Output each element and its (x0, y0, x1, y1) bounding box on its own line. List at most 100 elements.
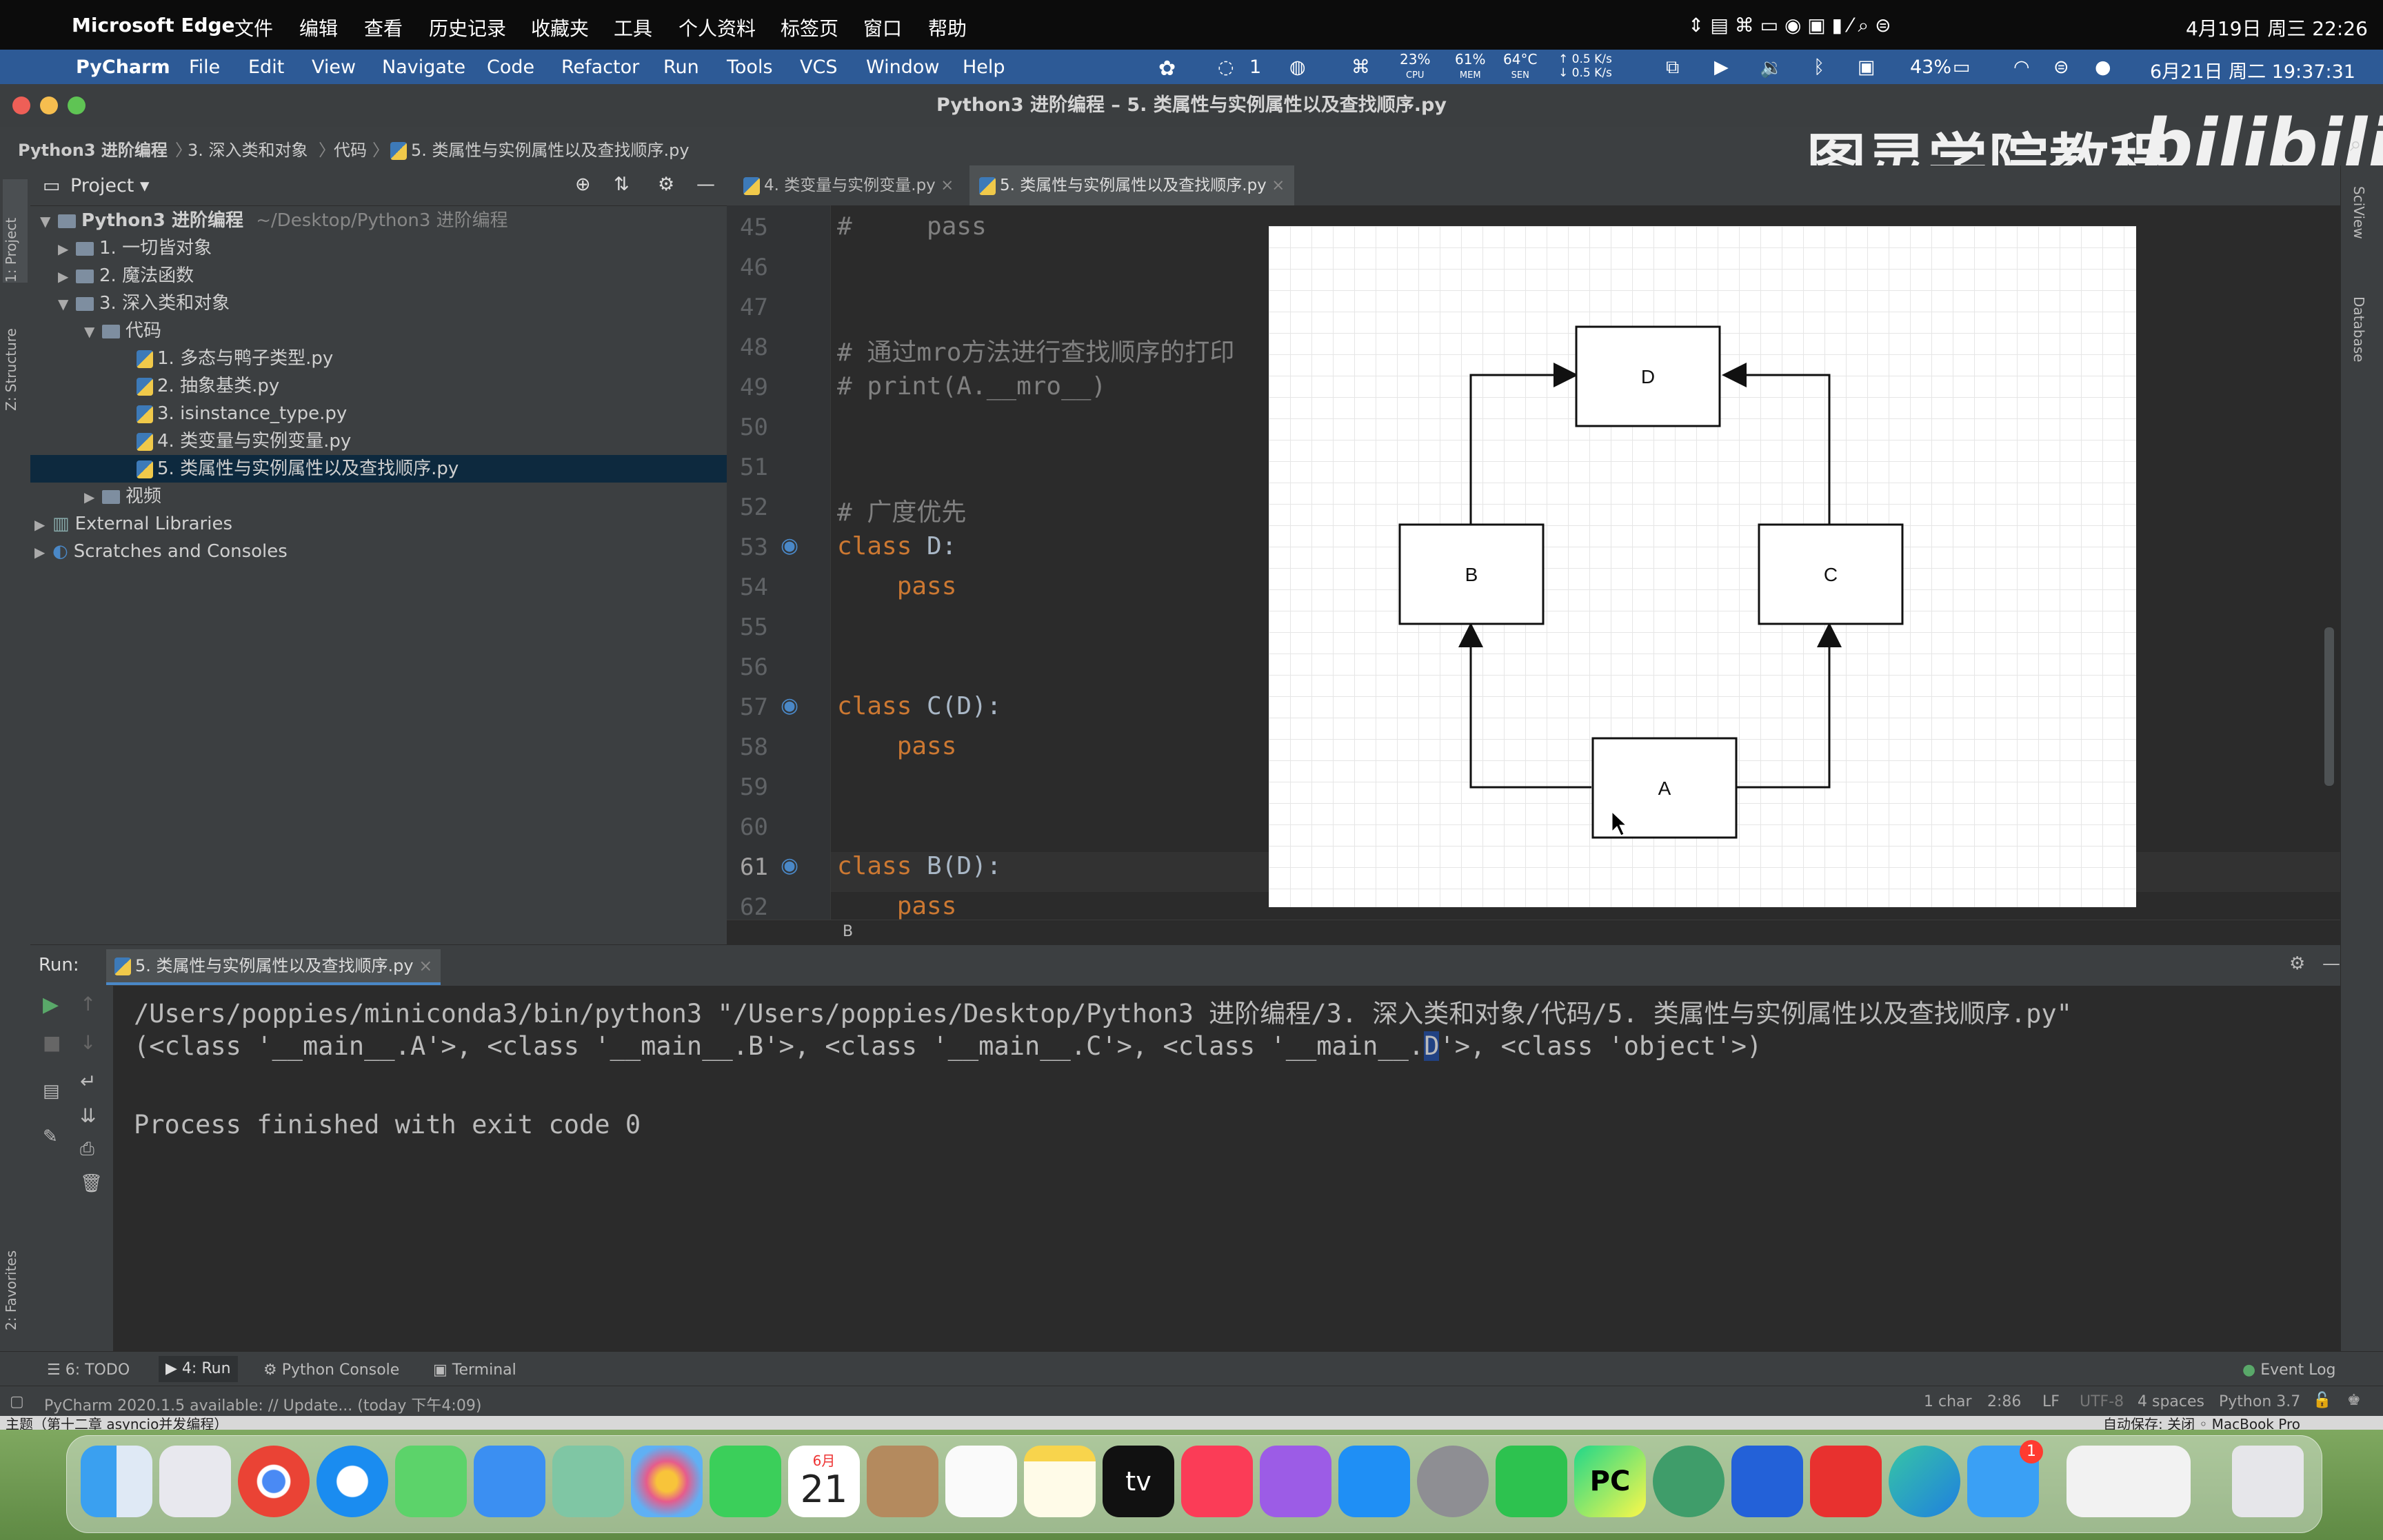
inner-menu-vcs[interactable]: VCS (800, 57, 837, 78)
inner-menu-view[interactable]: View (312, 57, 356, 78)
menu-item-view[interactable]: 查看 (364, 14, 403, 41)
tree-file[interactable]: 4. 类变量与实例变量.py (30, 427, 833, 455)
flower-icon[interactable]: ✿ (1158, 57, 1176, 81)
override-marker-icon[interactable]: ◉ (781, 693, 798, 718)
zoom-icon[interactable] (1731, 1446, 1803, 1517)
editor-tab-active[interactable]: 5. 类属性与实例属性以及查找顺序.py × (969, 165, 1295, 208)
search-icon[interactable]: ⌕ (2350, 132, 2362, 156)
podcasts-icon[interactable] (1260, 1446, 1331, 1517)
chevron-right-icon[interactable]: ▶ (34, 511, 48, 538)
wifi-icon[interactable]: ◠ (2013, 57, 2030, 78)
rerun-icon[interactable]: ▶ (43, 993, 59, 1017)
inner-menu-tools[interactable]: Tools (727, 57, 773, 78)
wechat-icon[interactable] (1496, 1446, 1567, 1517)
todo-tool-button[interactable]: ☰ 6: TODO (47, 1361, 130, 1379)
status-interpreter[interactable]: Python 3.7 (2219, 1393, 2300, 1410)
run-tab[interactable]: 5. 类属性与实例属性以及查找顺序.py × (106, 949, 441, 985)
mail-icon[interactable] (474, 1446, 545, 1517)
scroll-up-icon[interactable]: ↑ (80, 993, 96, 1015)
menu-item-help[interactable]: 帮助 (928, 14, 967, 41)
tree-root[interactable]: ▼ Python3 进阶编程 ~/Desktop/Python3 进阶编程 (30, 207, 736, 234)
tree-file[interactable]: 1. 多态与鸭子类型.py (30, 345, 833, 372)
inner-menu-help[interactable]: Help (963, 57, 1005, 78)
qq-icon[interactable]: 1 (1967, 1440, 2043, 1517)
contacts-icon[interactable] (867, 1446, 938, 1517)
siri-icon[interactable]: ● (2095, 57, 2111, 78)
appletv-icon[interactable]: tv (1103, 1446, 1174, 1517)
wechat-tray-icon[interactable]: ◍ (1289, 57, 1306, 78)
menu-item-tools[interactable]: 工具 (614, 14, 652, 41)
chevron-right-icon[interactable]: ▶ (58, 235, 72, 263)
inner-menu-code[interactable]: Code (487, 57, 534, 78)
menu-item-tabs[interactable]: 标签页 (781, 14, 838, 41)
menu-app-name[interactable]: Microsoft Edge (72, 14, 235, 37)
chrome-icon[interactable] (238, 1446, 310, 1517)
minimize-window-button[interactable] (40, 97, 58, 114)
atom-icon[interactable] (1653, 1446, 1725, 1517)
xmind-icon[interactable] (1810, 1446, 1882, 1517)
calendar-icon[interactable]: 6月 21 (788, 1446, 860, 1517)
music-icon[interactable] (1181, 1446, 1253, 1517)
scroll-to-end-icon[interactable]: ⇊ (80, 1104, 96, 1127)
inner-menu-refactor[interactable]: Refactor (561, 57, 639, 78)
python-console-button[interactable]: ⚙ Python Console (263, 1361, 399, 1379)
breadcrumb-chapter[interactable]: 3. 深入类和对象 (188, 136, 308, 161)
structure-tool-tab[interactable]: Z: Structure (3, 301, 28, 411)
project-view-selector[interactable]: Project ▾ (70, 175, 150, 196)
bookmark-icon[interactable]: ⌘ (1351, 57, 1370, 78)
chevron-right-icon[interactable]: ▶ (84, 483, 98, 511)
menu-item-favorites[interactable]: 收藏夹 (531, 14, 589, 41)
database-tab[interactable]: Database (2351, 296, 2367, 362)
print-icon[interactable]: ⎙ (80, 1139, 94, 1160)
status-line-ending[interactable]: LF (2042, 1393, 2060, 1410)
override-marker-icon[interactable]: ◉ (781, 853, 798, 878)
status-indent[interactable]: 4 spaces (2138, 1393, 2204, 1410)
menu-item-file[interactable]: 文件 (234, 14, 273, 41)
safari-icon[interactable] (316, 1446, 388, 1517)
zoom-window-button[interactable] (68, 97, 86, 114)
status-icons[interactable]: ⇕ ▤ ⌘ ▭ ◉ ▣ ▮ ⁄ ⌕ ⊜ (1688, 14, 1891, 37)
battery-icon[interactable]: ▭ (1953, 57, 1971, 78)
play-icon[interactable]: ▶ (1714, 57, 1729, 78)
menu-item-edit[interactable]: 编辑 (299, 14, 338, 41)
editor-tab[interactable]: 4. 类变量与实例变量.py × (734, 165, 963, 205)
close-icon[interactable]: × (419, 956, 432, 975)
chevron-down-icon[interactable]: ▼ (40, 207, 54, 235)
sciview-tab[interactable]: SciView (2351, 186, 2367, 239)
appstore-icon[interactable] (1338, 1446, 1410, 1517)
chevron-down-icon[interactable]: ▼ (58, 290, 72, 318)
tree-file[interactable]: 2. 抽象基类.py (30, 372, 833, 400)
inner-menu-window[interactable]: Window (866, 57, 939, 78)
terminal-button[interactable]: ▣ Terminal (433, 1361, 516, 1379)
soft-wrap-icon[interactable]: ↵ (80, 1070, 96, 1093)
chat-bubble-icon[interactable]: ◌ (1218, 57, 1234, 78)
menu-item-history[interactable]: 历史记录 (429, 14, 506, 41)
tree-item[interactable]: ▶ 2. 魔法函数 (30, 262, 754, 290)
volume-icon[interactable]: 🔉 (1760, 57, 1783, 79)
pycharm-icon[interactable]: PC (1574, 1446, 1646, 1517)
collapse-icon[interactable]: ⇅ (614, 174, 630, 195)
menu-item-window[interactable]: 窗口 (863, 14, 902, 41)
stop-icon[interactable]: ■ (43, 1031, 61, 1054)
tree-file[interactable]: 3. isinstance_type.py (30, 400, 833, 427)
messages-icon[interactable] (395, 1446, 467, 1517)
inner-menu-navigate[interactable]: Navigate (382, 57, 465, 78)
finder-icon[interactable] (81, 1446, 152, 1517)
tree-item[interactable]: ▶ 1. 一切皆对象 (30, 234, 754, 262)
status-encoding[interactable]: UTF-8 (2080, 1393, 2124, 1410)
editor-scrollbar[interactable] (2324, 627, 2334, 786)
pin-icon[interactable]: ✎ (43, 1126, 58, 1147)
layout-icon[interactable]: ▤ (43, 1081, 60, 1102)
window-icon[interactable]: ⧉ (1666, 57, 1679, 79)
control-center-icon[interactable]: ⊜ (2053, 57, 2069, 78)
scroll-down-icon[interactable]: ↓ (80, 1031, 96, 1054)
app-tray-icon[interactable]: ▣ (1858, 57, 1876, 78)
override-marker-icon[interactable]: ◉ (781, 534, 798, 558)
event-log-button[interactable]: ● Event Log (2242, 1361, 2336, 1379)
inner-clock[interactable]: 6月21日 周二 19:37:31 (2150, 57, 2355, 83)
tree-item[interactable]: ▶ ▥ External Libraries (30, 510, 731, 538)
trash-icon[interactable] (2232, 1446, 2304, 1517)
reminders-icon[interactable] (945, 1446, 1017, 1517)
chevron-down-icon[interactable]: ▼ (84, 318, 98, 345)
facetime-icon[interactable] (710, 1446, 781, 1517)
